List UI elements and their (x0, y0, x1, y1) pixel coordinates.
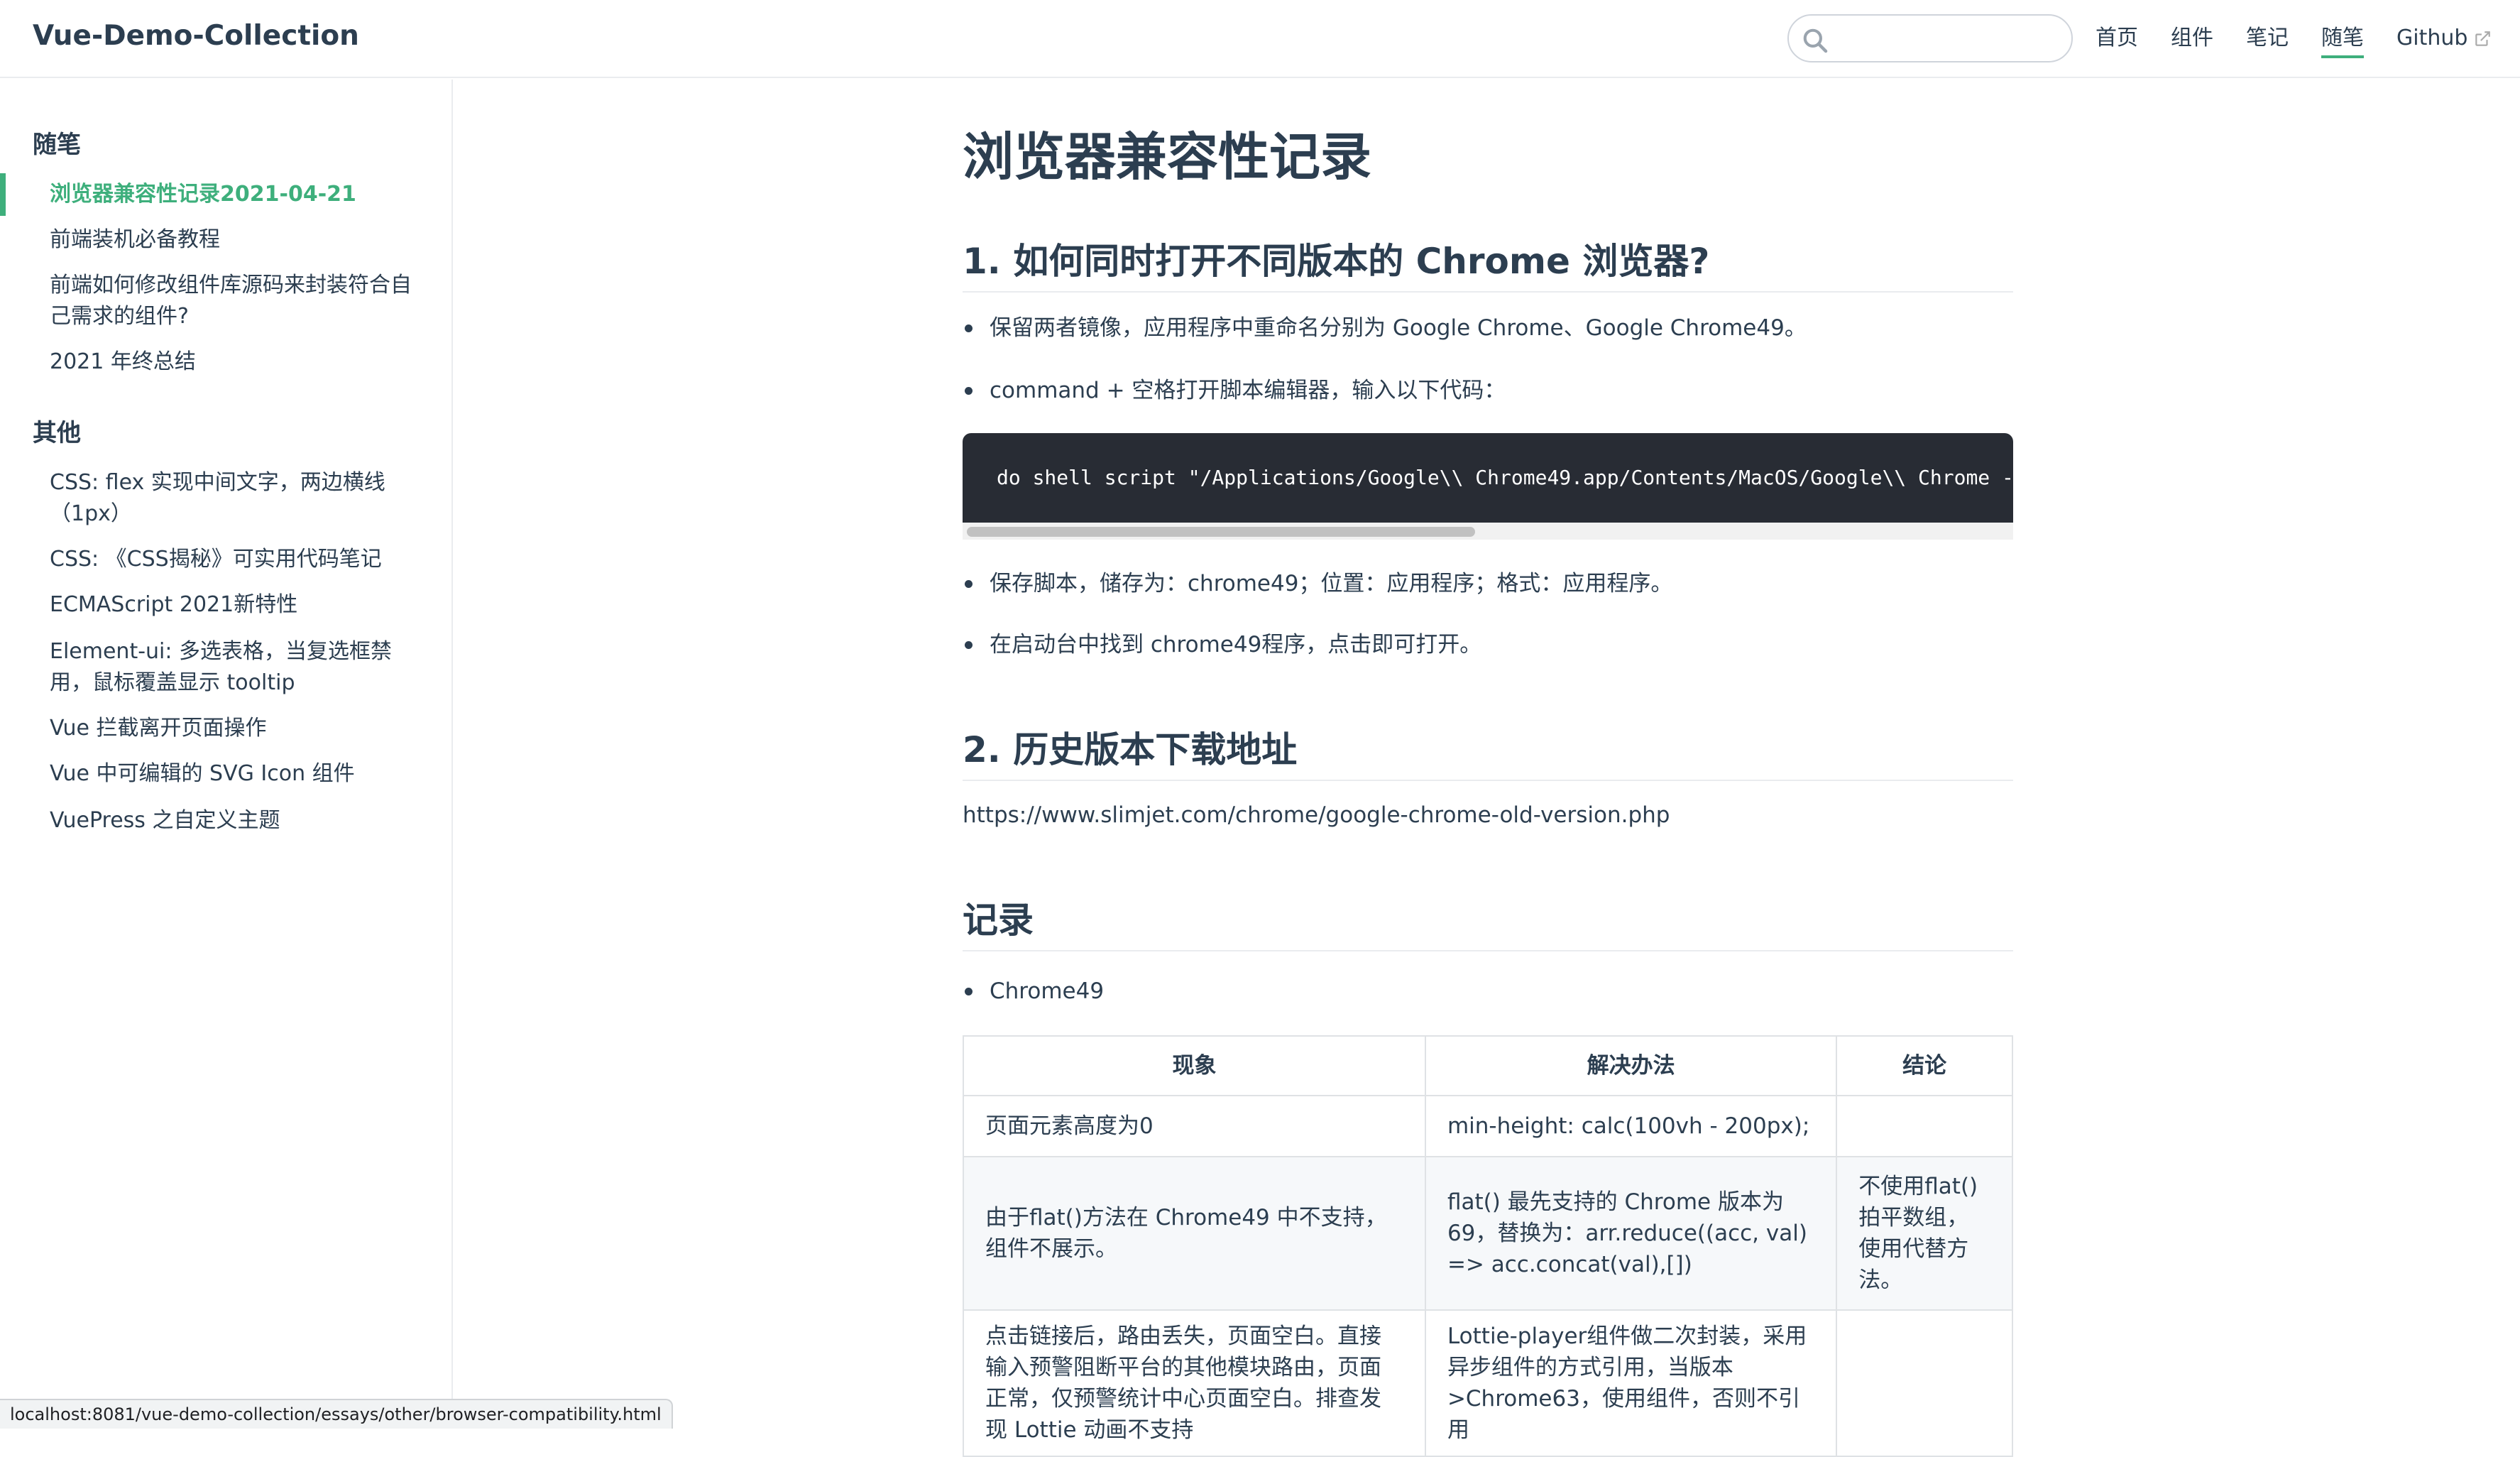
navbar: Vue-Demo-Collection 首页 组件 笔记 随笔 Github (0, 0, 2520, 78)
sidebar-item-vue-svg-icon[interactable]: Vue 中可编辑的 SVG Icon 组件 (50, 758, 426, 790)
sidebar-item-css-secrets[interactable]: CSS: 《CSS揭秘》可实用代码笔记 (50, 544, 426, 575)
list-item: Chrome49 (963, 976, 1104, 1007)
sidebar-item-vue-leave-page[interactable]: Vue 拦截离开页面操作 (50, 713, 426, 744)
table-header-cell: 结论 (1836, 1035, 2013, 1096)
list-item: 保存脚本，储存为：chrome49；位置：应用程序；格式：应用程序。 (963, 568, 1672, 599)
sidebar-item-ecmascript-2021[interactable]: ECMAScript 2021新特性 (50, 589, 426, 621)
table-cell: min-height: calc(100vh - 200px); (1424, 1095, 1838, 1157)
list-item: 保留两者镜像，应用程序中重命名分别为 Google Chrome、Google … (963, 312, 1807, 344)
sidebar-item-dev-setup[interactable]: 前端装机必备教程 (50, 224, 426, 256)
table-cell: 由于flat()方法在 Chrome49 中不支持，组件不展示。 (963, 1156, 1426, 1311)
section-heading-2: 2. 历史版本下载地址 (963, 721, 2013, 781)
table-header-row: 现象 解决办法 结论 (963, 1035, 2013, 1096)
code-text: do shell script "/Applications/Google\\ … (997, 466, 2013, 489)
sidebar-group-title-essays[interactable]: 随笔 (33, 125, 81, 160)
sidebar-item-vuepress-theme[interactable]: VuePress 之自定义主题 (50, 805, 426, 836)
sidebar-item-browser-compat[interactable]: 浏览器兼容性记录2021-04-21 (50, 179, 426, 210)
sidebar-active-indicator (0, 173, 6, 216)
list-item: 在启动台中找到 chrome49程序，点击即可打开。 (963, 629, 1481, 660)
table-cell (1836, 1095, 2013, 1157)
sidebar-item-element-ui-tooltip[interactable]: Element-ui: 多选表格，当复选框禁用，鼠标覆盖显示 tooltip (50, 636, 426, 699)
code-block[interactable]: do shell script "/Applications/Google\\ … (963, 433, 2013, 523)
nav-link-essays[interactable]: 随笔 (2321, 26, 2364, 58)
sidebar-item-modify-component-lib[interactable]: 前端如何修改组件库源码来封装符合自己需求的组件? (50, 270, 426, 332)
page-title: 浏览器兼容性记录 (963, 127, 1372, 187)
table-header-cell: 现象 (963, 1035, 1426, 1096)
nav-link-notes[interactable]: 笔记 (2246, 26, 2289, 51)
external-link-icon (2475, 31, 2491, 46)
section-heading-1: 1. 如何同时打开不同版本的 Chrome 浏览器? (963, 233, 2013, 293)
download-link[interactable]: https://www.slimjet.com/chrome/google-ch… (963, 802, 1670, 828)
table-cell: 点击链接后，路由丢失，页面空白。直接输入预警阻断平台的其他模块路由，页面正常，仅… (963, 1309, 1426, 1457)
article-content: 浏览器兼容性记录 1. 如何同时打开不同版本的 Chrome 浏览器? 保留两者… (963, 80, 2013, 1457)
sidebar: 随笔 浏览器兼容性记录2021-04-21 前端装机必备教程 前端如何修改组件库… (0, 80, 453, 1429)
table-cell: flat() 最先支持的 Chrome 版本为69，替换为：arr.reduce… (1424, 1156, 1838, 1311)
nav-link-components[interactable]: 组件 (2171, 26, 2213, 51)
nav-link-github[interactable]: Github (2396, 26, 2492, 51)
table-cell: Lottie-player组件做二次封装，采用异步组件的方式引用，当版本>Chr… (1424, 1309, 1838, 1457)
table-row: 由于flat()方法在 Chrome49 中不支持，组件不展示。 flat() … (963, 1156, 2013, 1311)
table-cell: 页面元素高度为0 (963, 1095, 1426, 1157)
code-scrollbar-thumb[interactable] (967, 527, 1475, 537)
table-cell (1836, 1309, 2013, 1457)
browser-status-url: localhost:8081/vue-demo-collection/essay… (0, 1399, 673, 1429)
compat-table: 现象 解决办法 结论 页面元素高度为0 min-height: calc(100… (963, 1035, 2013, 1457)
table-header-cell: 解决办法 (1424, 1035, 1838, 1096)
nav-link-home[interactable]: 首页 (2096, 26, 2138, 51)
sidebar-item-css-flex[interactable]: CSS: flex 实现中间文字，两边横线（1px） (50, 467, 426, 530)
table-cell: 不使用flat()拍平数组，使用代替方法。 (1836, 1156, 2013, 1311)
section-heading-3: 记录 (963, 892, 2013, 951)
table-row: 页面元素高度为0 min-height: calc(100vh - 200px)… (963, 1095, 2013, 1157)
sidebar-group-title-other[interactable]: 其他 (33, 413, 81, 448)
list-item: command + 空格打开脚本编辑器，输入以下代码： (963, 375, 1506, 406)
sidebar-item-2021-summary[interactable]: 2021 年终总结 (50, 346, 426, 378)
nav-links: 首页 组件 笔记 随笔 Github (0, 0, 2520, 78)
nav-link-github-label: Github (2396, 26, 2468, 50)
table-row: 点击链接后，路由丢失，页面空白。直接输入预警阻断平台的其他模块路由，页面正常，仅… (963, 1309, 2013, 1457)
